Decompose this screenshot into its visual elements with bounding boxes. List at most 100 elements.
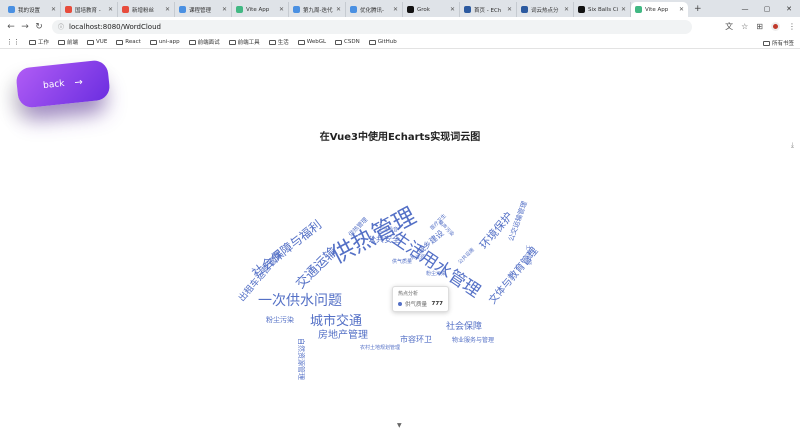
all-bookmarks-label: 所有书签 xyxy=(771,41,794,47)
bookmark-folder[interactable]: 前端工具 xyxy=(228,38,260,46)
word-cloud-word[interactable]: 物业服务与管理 xyxy=(452,338,494,344)
tab-label: Vite App xyxy=(645,6,669,13)
back-button[interactable]: back → xyxy=(15,59,111,109)
browser-tab[interactable]: 我的设置 ✕ xyxy=(4,2,61,17)
word-cloud-word[interactable]: 市容环卫 xyxy=(400,336,432,344)
series-marker-icon xyxy=(398,302,402,306)
tab-close-icon[interactable]: ✕ xyxy=(51,6,56,13)
tab-favicon-icon xyxy=(179,6,186,13)
word-cloud-word[interactable]: 粉尘污染 xyxy=(426,272,446,277)
bookmark-folder[interactable]: GitHub xyxy=(368,39,397,45)
bookmark-label: CSDN xyxy=(344,39,360,45)
folder-icon xyxy=(368,39,376,45)
bookmark-folder[interactable]: 前端面试 xyxy=(188,38,220,46)
browser-tab[interactable]: 课程管理 ✕ xyxy=(175,2,232,17)
word-cloud-word[interactable]: 社会保障 xyxy=(446,323,482,332)
bookmark-folder[interactable]: 前端 xyxy=(58,38,78,46)
word-cloud-word[interactable]: 粉尘污染 xyxy=(266,317,294,324)
chart-tooltip: 热点分析 供气质量 777 xyxy=(392,286,449,312)
tab-label: 第九周-迭代 xyxy=(303,7,333,14)
bookmark-label: 生活 xyxy=(277,40,289,46)
avatar[interactable] xyxy=(771,22,780,31)
tab-label: Six Balls Ci xyxy=(588,6,619,13)
browser-tab[interactable]: 首页 - ECh ✕ xyxy=(460,2,517,17)
download-icon[interactable]: ⤓ xyxy=(791,141,794,150)
bookmark-folder[interactable]: 生活 xyxy=(268,38,289,46)
word-cloud-word[interactable]: 一次供水问题 xyxy=(258,294,342,308)
bookmarks-bar: ⋮⋮ 工作 前端 VUE React uni-app 前端面试 前端工具 生活 WebGL CSD… xyxy=(0,36,800,49)
arrow-right-icon: → xyxy=(73,76,84,89)
reload-icon[interactable]: ↻ xyxy=(32,22,46,32)
tab-favicon-icon xyxy=(578,6,585,13)
browser-tab[interactable]: 新增粉丝 ✕ xyxy=(118,2,175,17)
new-tab-button[interactable]: + xyxy=(688,2,708,17)
word-cloud-word[interactable]: 水资源 xyxy=(410,256,425,261)
scroll-down-icon[interactable]: ▼ xyxy=(397,422,402,429)
word-cloud-word[interactable]: 土地资源 xyxy=(525,245,531,265)
bookmark-folder[interactable]: uni-app xyxy=(149,39,180,45)
browser-tab[interactable]: Vite App ✕ xyxy=(232,2,289,17)
tab-label: 词云热点分 xyxy=(531,7,559,14)
word-cloud-word[interactable]: 公共设施 xyxy=(457,247,475,265)
tab-close-icon[interactable]: ✕ xyxy=(450,6,455,13)
bookmark-folder[interactable]: CSDN xyxy=(335,39,360,45)
bookmark-folder[interactable]: VUE xyxy=(87,39,107,45)
page-title: 在Vue3中使用Echarts实现词云图 xyxy=(319,132,481,143)
tab-label: 国培教育 - xyxy=(75,7,101,14)
site-info-icon[interactable]: ⓘ xyxy=(58,22,64,31)
folder-icon xyxy=(149,39,157,45)
tab-close-icon[interactable]: ✕ xyxy=(393,6,398,13)
tab-favicon-icon xyxy=(65,6,72,13)
folder-icon xyxy=(58,39,66,45)
url-input[interactable]: ⓘ localhost:8080/WordCloud xyxy=(52,19,692,34)
bookmark-folder[interactable]: 工作 xyxy=(29,38,49,46)
word-cloud-word[interactable]: 农村土地规划管理 xyxy=(360,346,400,351)
extensions-icon[interactable]: ⊞ xyxy=(756,22,763,31)
tab-close-icon[interactable]: ✕ xyxy=(564,6,569,13)
minimize-icon[interactable]: — xyxy=(734,5,756,13)
forward-arrow-icon[interactable]: → xyxy=(18,22,32,32)
bookmark-label: 前端 xyxy=(67,40,79,46)
tab-close-icon[interactable]: ✕ xyxy=(679,6,684,13)
word-cloud-word[interactable]: 城市交通 xyxy=(310,315,362,328)
translate-icon[interactable]: 文 xyxy=(725,21,733,32)
browser-tab[interactable]: Six Balls Ci ✕ xyxy=(574,2,631,17)
bookmark-folder[interactable]: WebGL xyxy=(297,39,326,45)
bookmark-label: 前端面试 xyxy=(197,40,220,46)
folder-icon xyxy=(116,39,124,45)
word-cloud-word[interactable]: 自然资源管理 xyxy=(297,338,305,380)
tab-close-icon[interactable]: ✕ xyxy=(108,6,113,13)
tab-close-icon[interactable]: ✕ xyxy=(507,6,512,13)
bookmark-folder[interactable]: React xyxy=(116,39,141,45)
folder-icon xyxy=(297,39,305,45)
bookmark-star-icon[interactable]: ☆ xyxy=(741,22,748,31)
word-cloud-word[interactable]: 生活噪音 xyxy=(378,228,398,233)
tab-close-icon[interactable]: ✕ xyxy=(621,6,626,13)
close-icon[interactable]: ✕ xyxy=(778,5,800,13)
word-cloud-word[interactable]: 公共安全 xyxy=(368,236,400,244)
word-cloud-word[interactable]: 交通运输 xyxy=(293,245,340,292)
folder-icon xyxy=(228,39,236,45)
tab-close-icon[interactable]: ✕ xyxy=(222,6,227,13)
menu-icon[interactable]: ⋮ xyxy=(788,22,796,31)
back-arrow-icon[interactable]: ← xyxy=(4,22,18,32)
all-bookmarks[interactable]: 所有书签 xyxy=(762,39,794,47)
folder-icon xyxy=(87,39,95,45)
tab-close-icon[interactable]: ✕ xyxy=(165,6,170,13)
apps-grid-icon[interactable]: ⋮⋮ xyxy=(6,38,20,46)
browser-tab[interactable]: 第九周-迭代 ✕ xyxy=(289,2,346,17)
browser-tab[interactable]: 词云热点分 ✕ xyxy=(517,2,574,17)
bookmark-label: 工作 xyxy=(38,40,50,46)
window-controls: — ▢ ✕ xyxy=(734,0,800,17)
browser-tab[interactable]: 优化腾讯- ✕ xyxy=(346,2,403,17)
word-cloud-word[interactable]: 供气质量 xyxy=(392,260,412,265)
word-cloud-word[interactable]: 文体与教育管理 xyxy=(487,246,540,307)
maximize-icon[interactable]: ▢ xyxy=(756,5,778,13)
tab-label: 新增粉丝 xyxy=(132,7,155,14)
browser-tab[interactable]: Vite App ✕ xyxy=(631,2,688,17)
browser-tab[interactable]: 国培教育 - ✕ xyxy=(61,2,118,17)
word-cloud-word[interactable]: 房地产管理 xyxy=(318,331,368,341)
browser-tab[interactable]: Grok ✕ xyxy=(403,2,460,17)
tab-close-icon[interactable]: ✕ xyxy=(336,6,341,13)
tab-close-icon[interactable]: ✕ xyxy=(279,6,284,13)
